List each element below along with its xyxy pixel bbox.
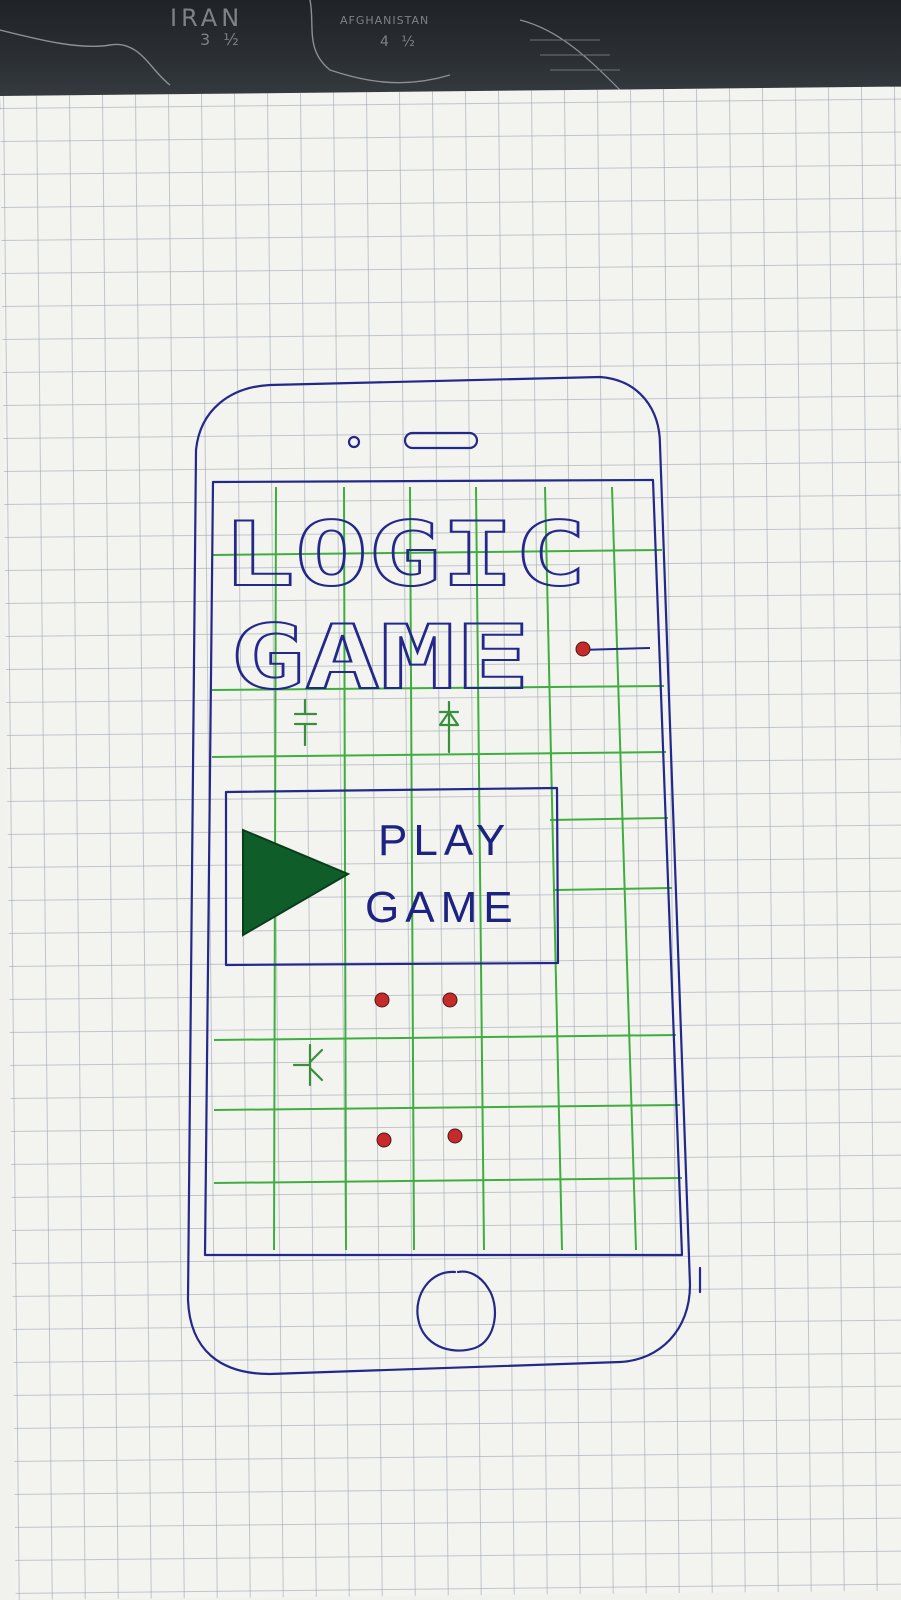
node-dot [374, 992, 390, 1008]
screen-area: LOGIC GAME PLAY GAME [203, 478, 684, 1257]
node-dot [376, 1132, 392, 1148]
home-button-icon[interactable] [416, 1270, 496, 1352]
app-title-line2: GAME [230, 606, 530, 709]
play-button-label-line1[interactable]: PLAY [378, 816, 511, 865]
speaker-slot-icon [403, 431, 479, 450]
app-title-line1: LOGIC [222, 503, 587, 606]
play-icon[interactable] [242, 828, 351, 937]
node-dot [575, 641, 591, 657]
node-dot [442, 992, 458, 1008]
transistor-symbol-icon [292, 1043, 324, 1087]
front-camera-icon [347, 435, 361, 449]
phone-wireframe-sketch: LOGIC GAME PLAY GAME [186, 375, 702, 1376]
play-button-label-line2[interactable]: GAME [365, 883, 519, 932]
diode-symbol-icon [438, 700, 460, 754]
node-dot [447, 1128, 463, 1144]
